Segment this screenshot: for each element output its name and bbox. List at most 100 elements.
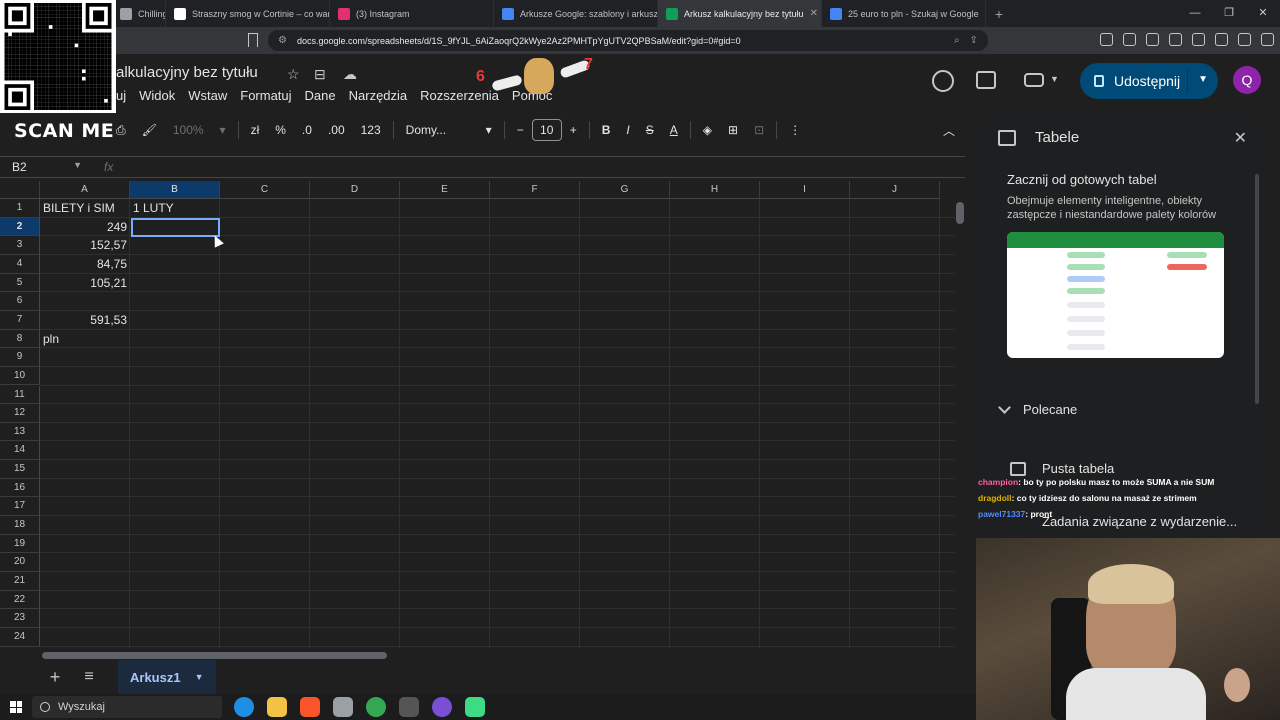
row-header-23[interactable]: 23 xyxy=(0,609,40,628)
column-header-f[interactable]: F xyxy=(490,181,580,199)
cell-a7[interactable]: 591,53 xyxy=(40,311,130,330)
bold-button[interactable]: B xyxy=(594,123,619,137)
obs-icon[interactable] xyxy=(399,697,419,717)
shield-icon[interactable] xyxy=(1238,33,1251,46)
app-icon[interactable] xyxy=(333,697,353,717)
collapse-toolbar-icon[interactable]: ︿ xyxy=(935,122,963,139)
row-header-22[interactable]: 22 xyxy=(0,590,40,610)
bookmark-icon[interactable] xyxy=(248,33,258,47)
cell-a5[interactable]: 105,21 xyxy=(40,274,130,293)
browser-tab[interactable]: 25 euro to pln - Szukaj w Google xyxy=(822,0,986,27)
column-header-j[interactable]: J xyxy=(850,181,940,199)
site-info-icon[interactable]: ⚙ xyxy=(278,35,287,46)
name-box[interactable]: B2 ▼ xyxy=(0,160,90,174)
share-button[interactable]: Udostępnij ▼ xyxy=(1080,63,1218,99)
star-icon[interactable]: ☆ xyxy=(287,66,300,83)
row-header-21[interactable]: 21 xyxy=(0,572,40,591)
menu-item-formatuj[interactable]: Formatuj xyxy=(240,86,291,105)
row-header-3[interactable]: 3 xyxy=(0,236,40,255)
music-icon[interactable] xyxy=(1146,33,1159,46)
avatar[interactable]: Q xyxy=(1233,66,1261,94)
chevron-down-icon[interactable]: ▼ xyxy=(1050,74,1059,84)
row-header-5[interactable]: 5 xyxy=(0,273,40,293)
close-window-icon[interactable]: ✕ xyxy=(1246,0,1280,27)
browser-tab[interactable]: (3) Instagram xyxy=(330,0,494,27)
percent-button[interactable]: % xyxy=(267,123,294,137)
decrease-decimal-button[interactable]: .0 xyxy=(294,123,320,137)
row-header-24[interactable]: 24 xyxy=(0,627,40,647)
row-header-7[interactable]: 7 xyxy=(0,310,40,330)
select-all-corner[interactable] xyxy=(0,181,40,199)
file-explorer-icon[interactable] xyxy=(267,697,287,717)
sidebar-icon[interactable] xyxy=(1169,33,1182,46)
increase-font-icon[interactable]: + xyxy=(562,123,585,137)
app-icon[interactable] xyxy=(465,697,485,717)
extension-icon[interactable] xyxy=(1100,33,1113,46)
browser-tab[interactable]: Arkusze Google: szablony i arkusze k xyxy=(494,0,658,27)
fill-color-icon[interactable]: ◈ xyxy=(695,123,720,137)
active-cell-b2[interactable] xyxy=(131,217,220,237)
paint-format-icon[interactable]: 🖌︎ xyxy=(134,123,165,137)
extension-icon[interactable] xyxy=(1123,33,1136,46)
version-history-icon[interactable] xyxy=(932,70,954,92)
row-header-6[interactable]: 6 xyxy=(0,292,40,311)
new-tab-icon[interactable]: + xyxy=(986,6,1012,22)
column-header-c[interactable]: C xyxy=(220,181,310,199)
cell-a8[interactable]: pln xyxy=(40,330,220,349)
share-page-icon[interactable]: ⇪ xyxy=(970,35,978,46)
comments-icon[interactable] xyxy=(976,71,996,89)
font-select[interactable]: Domy... xyxy=(398,123,478,137)
extension-icon[interactable] xyxy=(1192,33,1205,46)
edge-icon[interactable] xyxy=(234,697,254,717)
merge-cells-icon[interactable]: ⊡ xyxy=(746,123,772,137)
browser-tab[interactable]: Straszny smog w Cortinie – co warto xyxy=(166,0,330,27)
recommended-section-toggle[interactable]: Polecane xyxy=(998,401,1077,417)
spreadsheet-grid[interactable]: A B C D E F G H I J 1 2 3 4 5 6 7 8 9 10 11 12 13 14 15 16 17 18 19 2… xyxy=(0,181,955,648)
windows-start-icon[interactable] xyxy=(10,701,22,713)
row-header-16[interactable]: 16 xyxy=(0,478,40,498)
number-format-button[interactable]: 123 xyxy=(353,123,389,137)
browser-tab[interactable]: Chilling (R xyxy=(112,0,166,27)
menu-icon[interactable] xyxy=(1261,33,1274,46)
vertical-scrollbar[interactable] xyxy=(956,202,964,224)
more-options-icon[interactable]: ⋮ xyxy=(781,123,809,137)
formula-input[interactable] xyxy=(113,157,965,177)
menu-item-dane[interactable]: Dane xyxy=(305,86,336,105)
strikethrough-button[interactable]: S xyxy=(638,123,662,137)
column-header-g[interactable]: G xyxy=(580,181,670,199)
cell-a4[interactable]: 84,75 xyxy=(40,255,130,274)
increase-decimal-button[interactable]: .00 xyxy=(320,123,353,137)
brave-icon[interactable] xyxy=(300,697,320,717)
decrease-font-icon[interactable]: − xyxy=(509,123,532,137)
currency-button[interactable]: zł xyxy=(243,123,268,137)
column-header-a[interactable]: A xyxy=(40,181,130,199)
document-title[interactable]: alkulacyjny bez tytułu xyxy=(116,64,258,81)
panel-scrollbar[interactable] xyxy=(1255,174,1259,404)
extension-icon[interactable] xyxy=(1215,33,1228,46)
row-header-8[interactable]: 8 xyxy=(0,329,40,349)
chevron-down-icon[interactable]: ▼ xyxy=(195,672,204,682)
cell-a3[interactable]: 152,57 xyxy=(40,236,130,255)
zoom-select[interactable]: 100% xyxy=(165,123,212,137)
row-header-20[interactable]: 20 xyxy=(0,553,40,572)
row-header-12[interactable]: 12 xyxy=(0,404,40,423)
meet-icon[interactable] xyxy=(1024,73,1044,87)
menu-item-wstaw[interactable]: Wstaw xyxy=(188,86,227,105)
folder-move-icon[interactable]: ⊟ xyxy=(314,66,326,83)
row-header-1[interactable]: 1 xyxy=(0,199,40,218)
maximize-icon[interactable]: ❐ xyxy=(1212,0,1246,27)
all-sheets-icon[interactable]: ≡ xyxy=(74,668,104,686)
menu-item-widok[interactable]: Widok xyxy=(139,86,175,105)
column-header-i[interactable]: I xyxy=(760,181,850,199)
close-icon[interactable]: ✕ xyxy=(1234,128,1247,148)
row-header-4[interactable]: 4 xyxy=(0,254,40,274)
row-header-17[interactable]: 17 xyxy=(0,497,40,517)
close-tab-icon[interactable]: ✕ xyxy=(810,8,818,19)
add-sheet-icon[interactable]: + xyxy=(40,667,70,688)
column-header-e[interactable]: E xyxy=(400,181,490,199)
row-header-2[interactable]: 2 xyxy=(0,217,40,237)
row-header-14[interactable]: 14 xyxy=(0,441,40,461)
row-header-18[interactable]: 18 xyxy=(0,516,40,535)
column-header-b[interactable]: B xyxy=(130,181,220,199)
chevron-down-icon[interactable]: ▾ xyxy=(212,123,234,137)
